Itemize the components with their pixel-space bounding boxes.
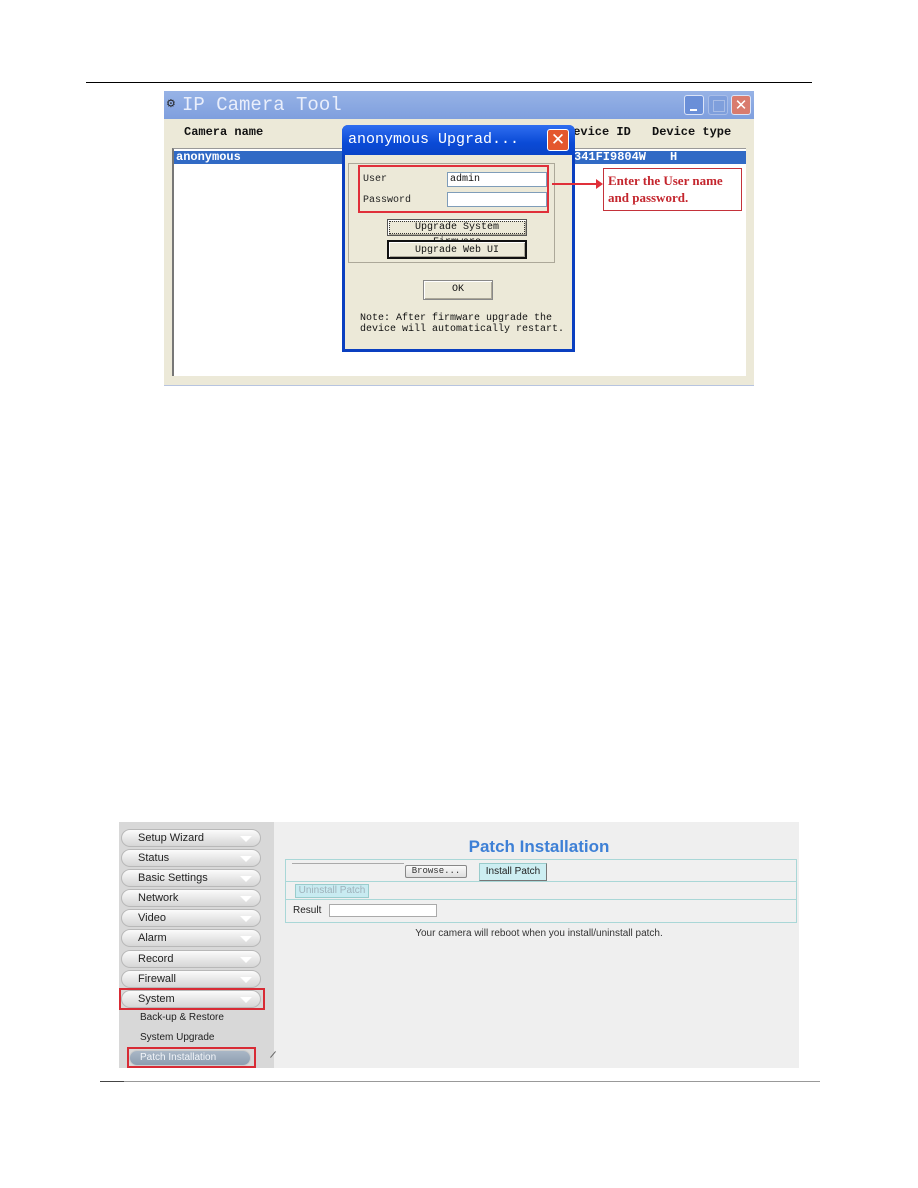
main-content: Patch Installation Browse... Install Pat… [279,822,799,1068]
chevron-down-icon [240,957,252,963]
chevron-down-icon [240,896,252,902]
patch-installation-highlight-box [127,1047,256,1068]
sidebar-item-firewall[interactable]: Firewall [121,970,261,988]
column-header-device-id[interactable]: Device ID [566,125,631,139]
user-input[interactable]: admin [447,172,547,187]
web-ui-screenshot: Setup Wizard Status Basic Settings Netwo… [119,822,799,1068]
chevron-down-icon [240,876,252,882]
sidebar-nav: Setup Wizard Status Basic Settings Netwo… [119,822,276,1068]
sidebar-item-record[interactable]: Record [121,950,261,968]
sidebar-item-network[interactable]: Network [121,889,261,907]
ok-button[interactable]: OK [423,280,493,300]
user-label: User [363,174,388,185]
chevron-down-icon [240,977,252,983]
chevron-down-icon [240,856,252,862]
chevron-down-icon [240,916,252,922]
chevron-down-icon [240,836,252,842]
reboot-note: Your camera will reboot when you install… [415,928,663,939]
patch-form-table: Browse... Install Patch Uninstall Patch … [285,859,797,923]
device-id-cell: 341FI9804W [574,150,647,164]
password-input[interactable] [447,192,547,207]
install-patch-button[interactable]: Install Patch [479,863,547,881]
result-row: Result [286,900,796,922]
sidebar-item-label: Status [138,852,170,864]
sidebar-item-label: Network [138,892,179,904]
arrow-right-icon [596,179,603,189]
result-field [329,904,437,917]
uninstall-row: Uninstall Patch [286,882,796,900]
camera-name-cell: anonymous [176,150,241,164]
dialog-titlebar[interactable]: anonymous Upgrad... ✕ [342,125,575,155]
uninstall-patch-button[interactable]: Uninstall Patch [295,884,369,898]
sidebar-item-video[interactable]: Video [121,909,261,927]
sidebar-subitem-system-upgrade[interactable]: System Upgrade [140,1032,214,1043]
resize-handle-icon[interactable] [270,1051,276,1058]
patch-file-row: Browse... Install Patch [286,860,796,882]
close-button[interactable]: ✕ [731,95,751,115]
camera-tool-icon: ⚙ [166,97,176,110]
page-title: Patch Installation [468,837,610,856]
sidebar-item-setup-wizard[interactable]: Setup Wizard [121,829,261,847]
page-header-rule [86,82,812,83]
sidebar-item-label: Setup Wizard [138,832,205,844]
callout-annotation: Enter the User name and password. [603,168,742,211]
sidebar-item-label: Basic Settings [138,872,208,884]
close-icon: ✕ [550,130,566,150]
upgrade-system-firmware-button[interactable]: Upgrade System Firmware [387,219,527,248]
upgrade-dialog: anonymous Upgrad... ✕ User admin Passwor… [342,125,575,352]
page-footer-rule [100,1081,820,1082]
result-label: Result [293,905,322,916]
close-icon: ✕ [734,96,748,114]
chevron-down-icon [240,936,252,942]
maximize-button[interactable] [708,95,728,115]
upgrade-web-ui-button[interactable]: Upgrade Web UI [387,240,527,259]
system-highlight-box [119,988,265,1010]
sidebar-item-label: Record [138,953,174,965]
window-titlebar[interactable]: ⚙ IP Camera Tool ✕ [164,91,754,119]
device-type-cell: H [670,150,678,164]
sidebar-item-label: Firewall [138,973,176,985]
sidebar-item-label: Video [138,912,166,924]
column-header-camera-name[interactable]: Camera name [184,125,263,139]
sidebar-item-alarm[interactable]: Alarm [121,929,261,947]
sidebar-item-basic-settings[interactable]: Basic Settings [121,869,261,887]
sidebar-item-label: Alarm [138,932,167,944]
sidebar-item-status[interactable]: Status [121,849,261,867]
password-label: Password [363,195,412,206]
browse-button[interactable]: Browse... [405,865,467,878]
window-title: IP Camera Tool [182,94,342,116]
callout-arrow-line [552,183,598,185]
upgrade-note: Note: After firmware upgrade the device … [360,313,565,335]
patch-file-input[interactable] [292,863,404,864]
column-header-device-type[interactable]: Device type [652,125,731,139]
page-footer-rule-accent [100,1081,124,1082]
minimize-button[interactable] [684,95,704,115]
sidebar-subitem-backup-restore[interactable]: Back-up & Restore [140,1012,224,1023]
dialog-title: anonymous Upgrad... [348,131,520,148]
dialog-close-button[interactable]: ✕ [547,129,569,151]
